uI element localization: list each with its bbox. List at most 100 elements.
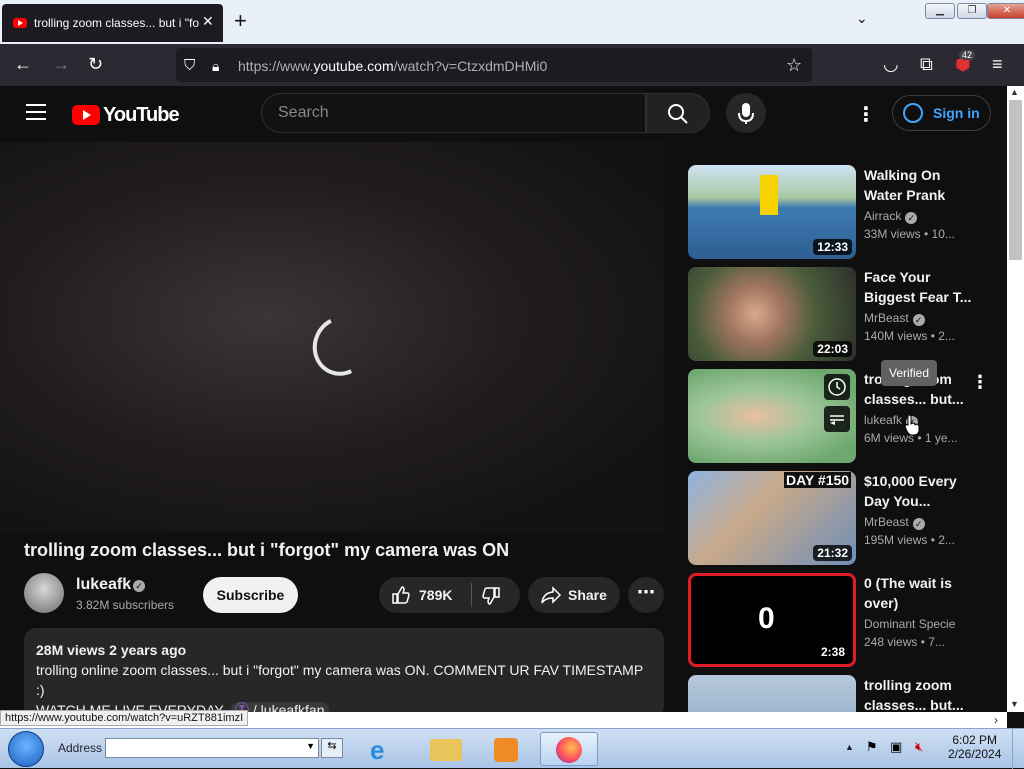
video-meta: 140M views • 2... bbox=[864, 329, 955, 343]
video-title[interactable]: 0 (The wait is over) bbox=[864, 573, 974, 613]
subscribe-button[interactable]: Subscribe bbox=[203, 577, 298, 613]
video-meta: 195M views • 2... bbox=[864, 533, 955, 547]
channel-name[interactable]: MrBeast ✓ bbox=[864, 311, 925, 326]
thumbnail-zero-label: 0 bbox=[758, 602, 775, 635]
tooltip: Verified bbox=[881, 360, 938, 386]
video-meta: 33M views • 10... bbox=[864, 227, 955, 241]
description-box[interactable]: 28M views 2 years ago trolling online zo… bbox=[24, 628, 664, 718]
recommendation-item[interactable]: trolling zoom classes... but... bbox=[688, 675, 988, 712]
recommendation-more-icon[interactable]: ⋮ bbox=[971, 372, 989, 393]
search-input[interactable]: Search bbox=[261, 93, 646, 133]
watch-later-icon[interactable] bbox=[824, 374, 850, 400]
extensions-icon[interactable]: ⧉ bbox=[920, 54, 933, 74]
verified-check-icon: ✓ bbox=[912, 518, 925, 530]
scroll-up-icon[interactable]: ▲ bbox=[1010, 87, 1019, 97]
like-divider bbox=[471, 583, 472, 607]
duration-badge: 12:33 bbox=[813, 239, 852, 255]
youtube-wordmark: YouTube bbox=[103, 104, 180, 126]
show-desktop-button[interactable] bbox=[1012, 729, 1024, 769]
media-player-icon[interactable] bbox=[480, 732, 532, 766]
internet-explorer-icon[interactable]: e bbox=[358, 732, 410, 766]
sign-in-button[interactable]: Sign in bbox=[892, 95, 991, 131]
forward-icon[interactable]: → bbox=[52, 54, 70, 74]
thumbnail-figure bbox=[760, 175, 778, 215]
bookmark-star-icon[interactable]: ☆ bbox=[786, 55, 802, 75]
thumbs-down-icon[interactable] bbox=[481, 586, 501, 606]
thumbnail[interactable]: 22:03 bbox=[688, 267, 856, 361]
video-title[interactable]: $10,000 Every Day You... bbox=[864, 471, 974, 511]
start-button[interactable] bbox=[8, 731, 44, 767]
browser-nav-bar: ← → ↻ ⛉ 🔒︎ https://www.youtube.com/watch… bbox=[0, 44, 1024, 86]
more-actions-button[interactable]: ⋯ bbox=[628, 577, 664, 613]
channel-name[interactable]: Airrack ✓ bbox=[864, 209, 918, 224]
recommendation-item[interactable]: DAY #150 21:32 $10,000 Every Day You... … bbox=[688, 471, 988, 567]
share-button[interactable]: Share bbox=[528, 577, 620, 613]
duration-badge: 21:32 bbox=[813, 545, 852, 561]
extension-badge: 42 bbox=[959, 50, 976, 60]
chevron-down-icon[interactable]: ⌄ bbox=[856, 10, 868, 27]
menu-icon[interactable]: ≡ bbox=[992, 54, 1003, 74]
clock[interactable]: 6:02 PM 2/26/2024 bbox=[948, 733, 1001, 761]
windows-taskbar: Address ▼ ⇆ e ▲ ⚑ ▣ 🔇︎ 6:02 PM 2/26/2024 bbox=[0, 728, 1024, 769]
like-dislike-group: 789K bbox=[379, 577, 520, 613]
channel-name[interactable]: Dominant Specie bbox=[864, 617, 955, 631]
recommendation-item[interactable]: 12:33 Walking On Water Prank Airrack ✓ 33… bbox=[688, 165, 988, 261]
search-button[interactable] bbox=[646, 93, 710, 133]
volume-muted-icon[interactable]: 🔇︎ bbox=[915, 739, 923, 755]
reload-icon[interactable]: ↻ bbox=[88, 54, 103, 74]
search-icon bbox=[668, 104, 688, 124]
video-title[interactable]: trolling zoom classes... but... bbox=[864, 675, 974, 712]
hamburger-menu-icon[interactable] bbox=[26, 104, 46, 120]
network-icon[interactable]: ▣ bbox=[890, 739, 902, 755]
verified-check-icon: ✓ bbox=[133, 580, 145, 592]
channel-avatar[interactable] bbox=[24, 573, 64, 613]
window-close-button[interactable]: ✕ bbox=[987, 3, 1024, 19]
address-toolbar-input[interactable]: ▼ bbox=[105, 738, 319, 758]
scroll-down-icon[interactable]: ▼ bbox=[1010, 699, 1019, 709]
channel-name[interactable]: MrBeast ✓ bbox=[864, 515, 925, 530]
settings-more-icon[interactable]: ⋮ bbox=[856, 102, 876, 127]
channel-name[interactable]: lukeafk bbox=[76, 576, 131, 594]
address-go-button[interactable]: ⇆ bbox=[321, 738, 343, 758]
video-title[interactable]: Walking On Water Prank bbox=[864, 165, 974, 205]
thumbs-up-icon[interactable] bbox=[391, 585, 411, 605]
new-tab-button[interactable]: + bbox=[234, 8, 247, 34]
firefox-icon bbox=[556, 737, 582, 763]
thumbnail[interactable] bbox=[688, 369, 856, 463]
address-bar[interactable]: ⛉ 🔒︎ https://www.youtube.com/watch?v=Ctz… bbox=[176, 48, 812, 82]
like-count[interactable]: 789K bbox=[419, 587, 452, 603]
file-explorer-icon[interactable] bbox=[420, 732, 472, 766]
add-to-queue-icon[interactable] bbox=[824, 406, 850, 432]
thumbnail-day-label: DAY #150 bbox=[784, 472, 852, 488]
maximize-button[interactable]: ❐ bbox=[957, 3, 987, 19]
lock-icon[interactable]: 🔒︎ bbox=[212, 56, 219, 76]
youtube-header: YouTube Search ⋮ Sign in bbox=[0, 86, 1007, 142]
tray-arrow-icon[interactable]: ▲ bbox=[845, 742, 854, 752]
thumbnail[interactable]: DAY #150 21:32 bbox=[688, 471, 856, 565]
minimize-button[interactable]: ▁ bbox=[925, 3, 955, 19]
description-line: trolling online zoom classes... but i "f… bbox=[36, 662, 643, 698]
mouse-cursor-hand-icon bbox=[904, 414, 920, 436]
dropdown-arrow-icon[interactable]: ▼ bbox=[306, 741, 315, 751]
voice-search-button[interactable] bbox=[726, 93, 766, 133]
flag-icon[interactable]: ⚑ bbox=[866, 739, 878, 755]
thumbnail[interactable]: 0 2:38 bbox=[688, 573, 856, 667]
pocket-icon[interactable]: ◡ bbox=[883, 54, 899, 74]
browser-tab-active[interactable]: trolling zoom classes... but i "fo ✕ bbox=[2, 4, 223, 42]
shield-icon[interactable]: ⛉ bbox=[184, 56, 195, 76]
scroll-right-icon[interactable]: › bbox=[994, 713, 998, 727]
video-title[interactable]: Face Your Biggest Fear T... bbox=[864, 267, 974, 307]
share-arrow-icon bbox=[541, 586, 562, 604]
thumbnail[interactable] bbox=[688, 675, 856, 712]
back-icon[interactable]: ← bbox=[14, 54, 32, 74]
recommendation-item[interactable]: 22:03 Face Your Biggest Fear T... MrBeas… bbox=[688, 267, 988, 363]
views-date: 28M views 2 years ago bbox=[36, 642, 187, 658]
close-tab-icon[interactable]: ✕ bbox=[202, 13, 214, 30]
url-text[interactable]: https://www.youtube.com/watch?v=CtzxdmDH… bbox=[238, 58, 547, 74]
firefox-taskbar-button[interactable] bbox=[540, 732, 598, 766]
recommendation-item[interactable]: 0 2:38 0 (The wait is over) Dominant Spe… bbox=[688, 573, 988, 669]
microphone-icon bbox=[738, 103, 754, 124]
thumbnail[interactable]: 12:33 bbox=[688, 165, 856, 259]
recommendation-item[interactable]: trolling zoom classes... but... lukeafk✓… bbox=[688, 369, 988, 465]
scrollbar-thumb[interactable] bbox=[1009, 100, 1022, 260]
